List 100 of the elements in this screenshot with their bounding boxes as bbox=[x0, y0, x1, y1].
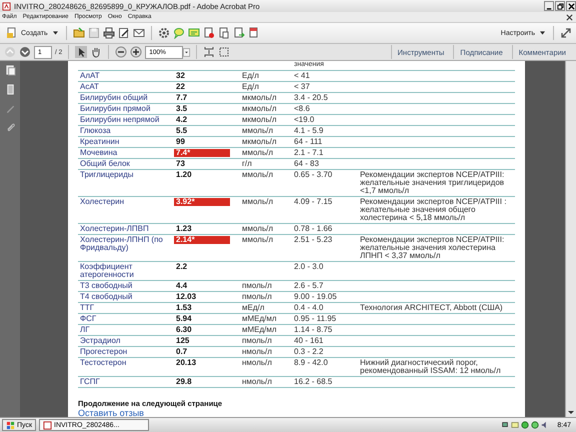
result-value: 73 bbox=[175, 160, 186, 168]
unit: мМЕд/мл bbox=[242, 325, 277, 334]
windows-logo-icon bbox=[6, 420, 15, 430]
cursor-icon[interactable] bbox=[75, 46, 88, 58]
test-name: Билирубин прямой bbox=[79, 105, 152, 113]
fit-width-icon[interactable] bbox=[218, 46, 230, 58]
result-value: 32 bbox=[175, 72, 186, 80]
test-name: Триглицериды bbox=[79, 171, 135, 181]
reference-range: 3.4 - 20.5 bbox=[294, 94, 329, 102]
zoom-out-icon[interactable] bbox=[115, 46, 128, 58]
fit-page-icon[interactable] bbox=[203, 46, 216, 58]
result-value: 3.5 bbox=[175, 105, 188, 113]
close-icon[interactable] bbox=[566, 14, 573, 20]
scrollbar[interactable] bbox=[565, 61, 576, 417]
folder-icon[interactable] bbox=[72, 27, 85, 39]
reference-range: 40 - 161 bbox=[294, 337, 324, 345]
unit: ммоль/л bbox=[242, 148, 273, 157]
unit: ммоль/л bbox=[242, 224, 273, 233]
unit: мкмоль/л bbox=[242, 115, 276, 124]
test-name: АлАТ bbox=[79, 72, 101, 80]
reference-range: 0.4 - 4.0 bbox=[294, 304, 324, 312]
unit: ммоль/л bbox=[242, 126, 273, 135]
result-value: 2.2 bbox=[175, 263, 188, 271]
feedback-link[interactable]: Оставить отзыв bbox=[78, 408, 144, 417]
test-name: Т4 свободный bbox=[79, 293, 134, 301]
reference-range: <19.0 bbox=[294, 116, 316, 124]
reference-range: 4.1 - 5.9 bbox=[294, 127, 324, 135]
result-value: 20.13 bbox=[175, 359, 198, 367]
test-name: Холестерин-ЛПВП bbox=[79, 225, 150, 233]
unit: пмоль/л bbox=[242, 281, 272, 290]
unit: ммоль/л bbox=[242, 197, 273, 206]
unit: мкмоль/л bbox=[242, 104, 276, 113]
minimize-button[interactable] bbox=[544, 1, 554, 11]
result-value: 1.53 bbox=[175, 304, 193, 312]
document-icon bbox=[2, 2, 11, 10]
test-name: Эстрадиол bbox=[79, 337, 122, 345]
pencil-icon[interactable] bbox=[118, 27, 130, 39]
reference-range: 16.2 - 68.5 bbox=[294, 378, 334, 386]
reference-range: 64 - 83 bbox=[294, 160, 320, 168]
reference-range: 4.09 - 7.15 bbox=[294, 198, 334, 208]
comment: Технология ARCHITECT, Abbott (США) bbox=[360, 303, 503, 312]
test-name: Билирубин общий bbox=[79, 94, 149, 102]
unit: нмоль/л bbox=[242, 347, 272, 356]
result-value: 3.92* bbox=[174, 198, 230, 206]
gear-icon[interactable] bbox=[158, 27, 170, 39]
comment: Рекомендации экспертов NCEP/ATPIII: желательные значения холестерина ЛПНП < 3,37 ммоль/л bbox=[360, 235, 504, 260]
unit: нмоль/л bbox=[242, 377, 272, 386]
test-name: ФСГ bbox=[79, 315, 98, 323]
document-icon[interactable] bbox=[248, 27, 260, 39]
result-value: 99 bbox=[175, 138, 186, 146]
scroll-down-icon[interactable] bbox=[567, 408, 575, 416]
reference-range: 2.1 - 7.1 bbox=[294, 149, 324, 157]
test-name: Т3 свободный bbox=[79, 282, 134, 290]
test-name: ЛГ bbox=[79, 326, 91, 334]
unit: Ед/л bbox=[242, 71, 259, 80]
unit: пмоль/л bbox=[242, 336, 272, 345]
test-name: Билирубин непрямой bbox=[79, 116, 160, 124]
result-value: 125 bbox=[175, 337, 190, 345]
document-icon[interactable] bbox=[218, 27, 230, 39]
test-name: Мочевина bbox=[79, 149, 118, 157]
reference-range: 0.65 - 3.70 bbox=[294, 171, 334, 181]
test-name: Холестерин bbox=[79, 198, 125, 208]
comment: Рекомендации экспертов NCEP/ATPIII: желательные значения триглицеридов <1,7 ммоль/л bbox=[360, 170, 504, 195]
test-name: ТТГ bbox=[79, 304, 96, 312]
document-icon[interactable] bbox=[232, 27, 245, 39]
printer-icon[interactable] bbox=[102, 27, 115, 39]
comment: Рекомендации экспертов NCEP/ATPIII : желательные значения общего холестерина < 5,18 ммоль/л bbox=[360, 197, 506, 222]
result-value: 5.94 bbox=[175, 315, 193, 323]
result-value: 12.03 bbox=[175, 293, 198, 301]
result-value: 29.8 bbox=[175, 378, 193, 386]
document-icon bbox=[43, 420, 52, 430]
reference-range: < 41 bbox=[294, 72, 311, 80]
result-value: 7.4* bbox=[174, 149, 230, 157]
result-value: 7.7 bbox=[175, 94, 188, 102]
page-thumbnails-icon[interactable] bbox=[4, 65, 16, 76]
reference-range: 2.51 - 5.23 bbox=[294, 236, 334, 246]
reference-range: < 37 bbox=[294, 83, 311, 91]
note-icon[interactable] bbox=[188, 27, 200, 39]
restore-button[interactable] bbox=[555, 1, 565, 11]
result-value: 4.4 bbox=[175, 282, 188, 290]
reference-range: 0.78 - 1.66 bbox=[294, 225, 334, 233]
reference-range: 0.95 - 11.95 bbox=[294, 315, 338, 323]
zoom-in-icon[interactable] bbox=[130, 46, 142, 58]
unit: мМЕд/мл bbox=[242, 314, 277, 323]
result-value: 6.30 bbox=[175, 326, 193, 334]
result-value: 4.2 bbox=[175, 116, 188, 124]
result-value: 0.7 bbox=[175, 348, 188, 356]
paperclip-icon[interactable] bbox=[4, 122, 16, 133]
document-icon[interactable] bbox=[202, 27, 215, 39]
unit: ммоль/л bbox=[242, 235, 273, 244]
hand-icon[interactable] bbox=[90, 46, 102, 58]
expand-icon[interactable] bbox=[560, 27, 572, 39]
caret-icon bbox=[540, 31, 545, 35]
test-name: АсАТ bbox=[79, 83, 100, 91]
unit: мЕд/л bbox=[242, 303, 264, 312]
close-button[interactable] bbox=[566, 1, 576, 11]
result-value: 22 bbox=[175, 83, 186, 91]
test-name: Холестерин-ЛПНП (по Фридвальду) bbox=[79, 236, 164, 254]
dropdown-icon[interactable] bbox=[183, 46, 190, 58]
result-value: 5.5 bbox=[175, 127, 188, 135]
